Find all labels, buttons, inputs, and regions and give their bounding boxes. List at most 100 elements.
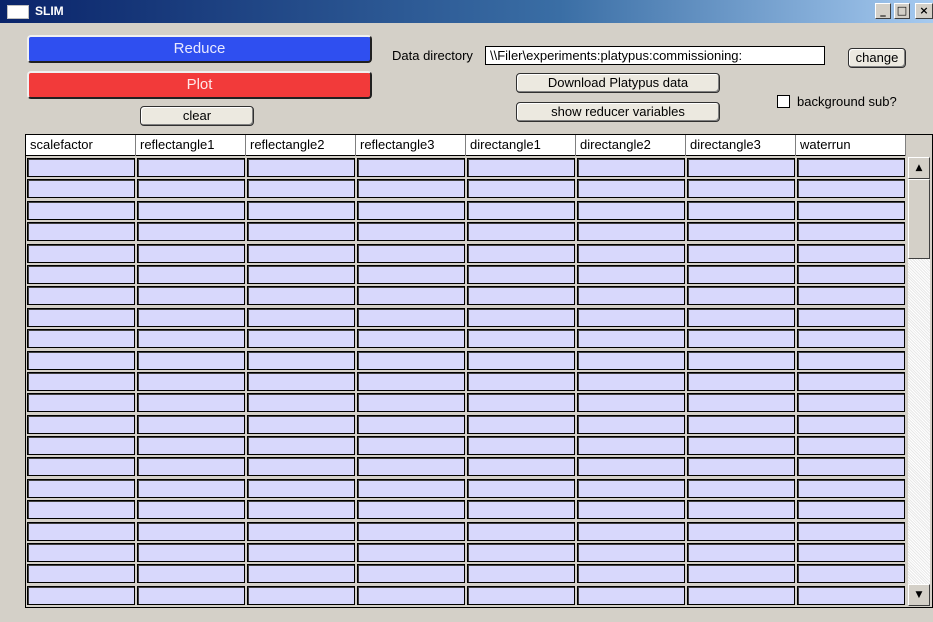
table-cell-reflectangle3[interactable] [357, 286, 465, 306]
table-cell-reflectangle2[interactable] [247, 158, 355, 177]
table-cell-reflectangle1[interactable] [137, 543, 245, 563]
table-cell-directangle3[interactable] [687, 329, 795, 349]
table-cell-directangle3[interactable] [687, 585, 795, 605]
table-cell-reflectangle1[interactable] [137, 222, 245, 242]
table-cell-directangle1[interactable] [467, 393, 575, 413]
table-cell-reflectangle2[interactable] [247, 393, 355, 413]
clear-button[interactable]: clear [140, 106, 254, 126]
table-cell-directangle1[interactable] [467, 564, 575, 584]
table-cell-directangle1[interactable] [467, 158, 575, 177]
table-cell-reflectangle1[interactable] [137, 393, 245, 413]
table-cell-reflectangle3[interactable] [357, 243, 465, 263]
table-cell-directangle3[interactable] [687, 264, 795, 284]
table-cell-directangle2[interactable] [577, 200, 685, 220]
table-cell-waterrun[interactable] [797, 179, 905, 199]
table-cell-reflectangle3[interactable] [357, 158, 465, 177]
table-cell-directangle2[interactable] [577, 158, 685, 177]
table-cell-directangle3[interactable] [687, 307, 795, 327]
table-cell-directangle1[interactable] [467, 457, 575, 477]
table-cell-reflectangle3[interactable] [357, 521, 465, 541]
table-cell-waterrun[interactable] [797, 264, 905, 284]
table-cell-scalefactor[interactable] [27, 543, 135, 563]
table-cell-waterrun[interactable] [797, 393, 905, 413]
table-cell-directangle2[interactable] [577, 286, 685, 306]
table-cell-waterrun[interactable] [797, 436, 905, 456]
table-cell-directangle2[interactable] [577, 521, 685, 541]
table-cell-reflectangle1[interactable] [137, 521, 245, 541]
table-cell-directangle2[interactable] [577, 564, 685, 584]
table-cell-scalefactor[interactable] [27, 179, 135, 199]
table-cell-waterrun[interactable] [797, 585, 905, 605]
table-cell-scalefactor[interactable] [27, 264, 135, 284]
table-cell-reflectangle2[interactable] [247, 286, 355, 306]
background-sub-checkbox[interactable] [777, 95, 790, 108]
table-cell-waterrun[interactable] [797, 478, 905, 498]
table-cell-reflectangle3[interactable] [357, 393, 465, 413]
plot-button[interactable]: Plot [27, 71, 372, 99]
table-cell-directangle1[interactable] [467, 521, 575, 541]
table-cell-directangle3[interactable] [687, 350, 795, 370]
table-cell-reflectangle1[interactable] [137, 264, 245, 284]
table-cell-directangle1[interactable] [467, 478, 575, 498]
table-cell-waterrun[interactable] [797, 222, 905, 242]
table-cell-scalefactor[interactable] [27, 564, 135, 584]
table-cell-directangle2[interactable] [577, 500, 685, 520]
table-cell-waterrun[interactable] [797, 564, 905, 584]
table-cell-waterrun[interactable] [797, 158, 905, 177]
table-cell-directangle2[interactable] [577, 478, 685, 498]
table-cell-scalefactor[interactable] [27, 500, 135, 520]
table-cell-directangle1[interactable] [467, 307, 575, 327]
table-cell-directangle3[interactable] [687, 543, 795, 563]
table-cell-scalefactor[interactable] [27, 307, 135, 327]
table-cell-directangle2[interactable] [577, 414, 685, 434]
table-cell-directangle2[interactable] [577, 264, 685, 284]
table-cell-directangle1[interactable] [467, 414, 575, 434]
table-cell-scalefactor[interactable] [27, 222, 135, 242]
table-cell-waterrun[interactable] [797, 414, 905, 434]
table-cell-directangle2[interactable] [577, 222, 685, 242]
table-cell-reflectangle3[interactable] [357, 436, 465, 456]
table-cell-reflectangle3[interactable] [357, 329, 465, 349]
table-cell-directangle3[interactable] [687, 414, 795, 434]
table-cell-directangle3[interactable] [687, 564, 795, 584]
table-cell-scalefactor[interactable] [27, 457, 135, 477]
table-cell-waterrun[interactable] [797, 243, 905, 263]
table-cell-reflectangle2[interactable] [247, 457, 355, 477]
table-cell-directangle2[interactable] [577, 393, 685, 413]
download-platypus-data-button[interactable]: Download Platypus data [516, 73, 720, 93]
table-cell-directangle1[interactable] [467, 543, 575, 563]
table-cell-scalefactor[interactable] [27, 243, 135, 263]
table-cell-reflectangle1[interactable] [137, 286, 245, 306]
table-cell-reflectangle2[interactable] [247, 543, 355, 563]
table-cell-reflectangle3[interactable] [357, 564, 465, 584]
table-cell-directangle3[interactable] [687, 478, 795, 498]
table-cell-reflectangle3[interactable] [357, 414, 465, 434]
reduce-button[interactable]: Reduce [27, 35, 372, 63]
table-cell-directangle1[interactable] [467, 222, 575, 242]
maximize-button[interactable]: □ [894, 3, 910, 19]
table-cell-reflectangle2[interactable] [247, 521, 355, 541]
table-cell-reflectangle1[interactable] [137, 478, 245, 498]
table-cell-waterrun[interactable] [797, 200, 905, 220]
table-cell-scalefactor[interactable] [27, 286, 135, 306]
table-cell-reflectangle2[interactable] [247, 478, 355, 498]
table-cell-scalefactor[interactable] [27, 521, 135, 541]
table-cell-reflectangle1[interactable] [137, 585, 245, 605]
table-cell-scalefactor[interactable] [27, 414, 135, 434]
table-cell-waterrun[interactable] [797, 329, 905, 349]
table-cell-directangle1[interactable] [467, 200, 575, 220]
table-cell-reflectangle3[interactable] [357, 371, 465, 391]
table-cell-waterrun[interactable] [797, 307, 905, 327]
table-cell-reflectangle2[interactable] [247, 500, 355, 520]
table-cell-scalefactor[interactable] [27, 329, 135, 349]
table-cell-reflectangle3[interactable] [357, 222, 465, 242]
table-cell-reflectangle1[interactable] [137, 414, 245, 434]
table-cell-directangle2[interactable] [577, 329, 685, 349]
vertical-scrollbar[interactable]: ▲ ▼ [908, 157, 930, 606]
table-cell-directangle1[interactable] [467, 243, 575, 263]
table-cell-reflectangle3[interactable] [357, 457, 465, 477]
table-cell-reflectangle3[interactable] [357, 585, 465, 605]
table-cell-directangle1[interactable] [467, 350, 575, 370]
scroll-down-arrow-icon[interactable]: ▼ [908, 584, 930, 606]
table-cell-scalefactor[interactable] [27, 350, 135, 370]
